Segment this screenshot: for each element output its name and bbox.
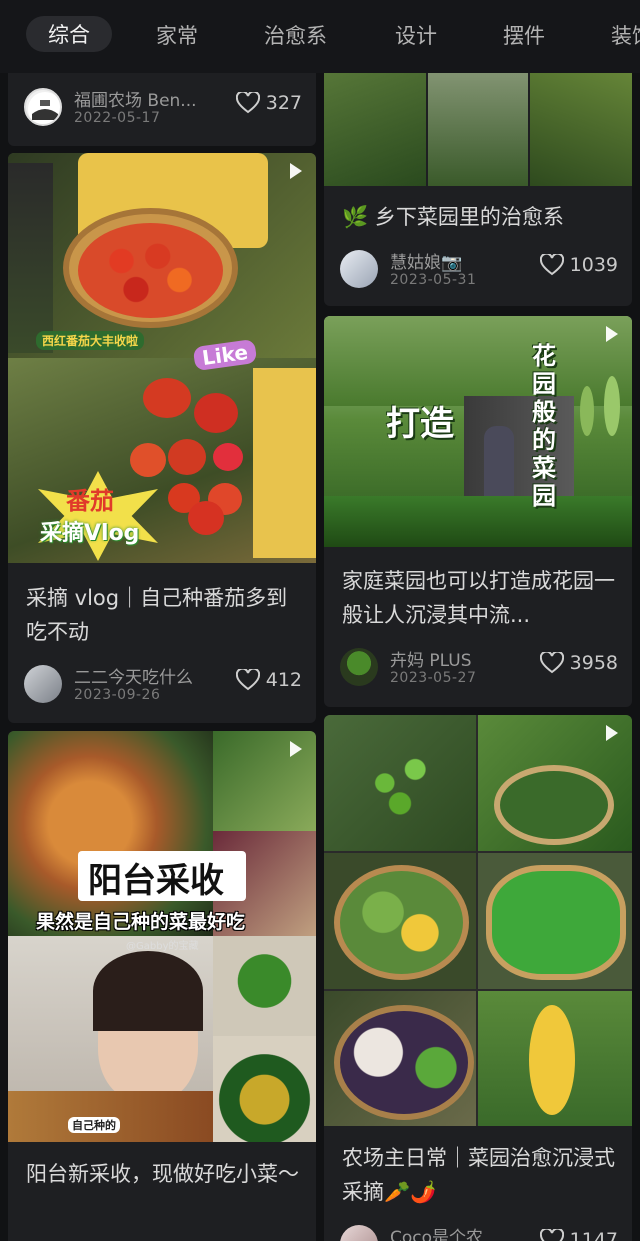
category-tab-bar: 综合 家常 治愈系 设计 摆件 装饰 xyxy=(0,0,640,73)
author-name[interactable]: Coco是个农 xyxy=(390,1223,483,1241)
author-name[interactable]: 福圃农场 Ben... xyxy=(74,86,197,111)
tab-zhiyuxi[interactable]: 治愈系 xyxy=(264,20,327,50)
watermark: @Gabby的宝藏 xyxy=(126,941,199,952)
heart-icon xyxy=(539,1229,564,1241)
post-cover-image[interactable]: 阳台采收 果然是自己种的菜最好吃 自己种的 @Gabby的宝藏 xyxy=(8,731,316,1142)
overlay-subtitle: 果然是自己种的菜最好吃 xyxy=(36,911,246,933)
tab-jiachang[interactable]: 家常 xyxy=(156,20,198,50)
like-count: 1039 xyxy=(569,254,618,276)
post-title[interactable]: 阳台新采收，现做好吃小菜～ xyxy=(26,1157,302,1191)
author-avatar[interactable] xyxy=(24,88,62,126)
video-play-icon xyxy=(290,163,302,179)
post-card[interactable]: 西红番茄大丰收啦 Like 番茄 采摘Vlog 采摘 vlog｜自己种番茄多到吃… xyxy=(8,153,316,723)
like-button[interactable]: 3958 xyxy=(539,652,618,674)
tab-sheji[interactable]: 设计 xyxy=(395,20,437,50)
video-play-icon xyxy=(606,725,618,741)
author-name[interactable]: 慧姑娘📷 xyxy=(390,248,462,273)
like-count: 412 xyxy=(265,669,302,691)
author-avatar[interactable] xyxy=(340,250,378,288)
like-button[interactable]: 1039 xyxy=(539,254,618,276)
post-cover-image[interactable]: 打造 花园般的菜园 xyxy=(324,316,632,547)
overlay-title: 阳台采收 xyxy=(88,861,224,901)
heart-icon xyxy=(539,254,564,276)
heart-icon xyxy=(235,92,260,114)
video-play-icon xyxy=(606,326,618,342)
post-card[interactable]: 打造 花园般的菜园 家庭菜园也可以打造成花园一般让人沉浸其中流... 卉妈 PL… xyxy=(324,316,632,707)
post-title[interactable]: 采摘 vlog｜自己种番茄多到吃不动 xyxy=(26,581,302,649)
overlay-title: 番茄 xyxy=(66,487,114,515)
overlay-subtitle: 花园般的菜园 xyxy=(532,342,556,510)
post-title[interactable]: 家庭菜园也可以打造成花园一般让人沉浸其中流... xyxy=(342,564,618,632)
like-count: 3958 xyxy=(569,652,618,674)
video-play-icon xyxy=(290,741,302,757)
post-title[interactable]: 农场主日常｜菜园治愈沉浸式采摘🥕🌶️ xyxy=(342,1141,618,1209)
tab-zonghe[interactable]: 综合 xyxy=(26,16,112,52)
author-avatar[interactable] xyxy=(340,648,378,686)
author-name[interactable]: 卉妈 PLUS xyxy=(390,646,472,671)
like-button[interactable]: 327 xyxy=(235,92,302,114)
heart-icon xyxy=(235,669,260,691)
tab-zhuangshi[interactable]: 装饰 xyxy=(611,20,640,50)
post-cover-image[interactable] xyxy=(324,715,632,1126)
like-button[interactable]: 412 xyxy=(235,669,302,691)
author-avatar[interactable] xyxy=(340,1225,378,1241)
overlay-title: 打造 xyxy=(386,404,454,444)
post-date: 2023-09-26 xyxy=(74,687,161,703)
tab-baijian[interactable]: 摆件 xyxy=(503,20,545,50)
post-title[interactable]: 🌿 乡下菜园里的治愈系 xyxy=(342,200,618,234)
post-card[interactable]: 阳台采收 果然是自己种的菜最好吃 自己种的 @Gabby的宝藏 阳台新采收，现做… xyxy=(8,731,316,1241)
sticker-label: 自己种的 xyxy=(68,1117,120,1133)
like-count: 327 xyxy=(265,92,302,114)
author-avatar[interactable] xyxy=(24,665,62,703)
post-cover-image[interactable]: 西红番茄大丰收啦 Like 番茄 采摘Vlog xyxy=(8,153,316,563)
like-count: 1147 xyxy=(569,1229,618,1241)
overlay-caption: 西红番茄大丰收啦 xyxy=(36,331,145,350)
post-date: 2023-05-31 xyxy=(390,272,477,288)
like-button[interactable]: 1147 xyxy=(539,1229,618,1241)
overlay-title-2: 采摘Vlog xyxy=(40,521,140,546)
post-date: 2022-05-17 xyxy=(74,110,161,126)
heart-icon xyxy=(539,652,564,674)
post-card[interactable]: 农场主日常｜菜园治愈沉浸式采摘🥕🌶️ Coco是个农 1147 xyxy=(324,715,632,1241)
post-date: 2023-05-27 xyxy=(390,670,477,686)
post-card[interactable]: 🌿 乡下菜园里的治愈系 慧姑娘📷 2023-05-31 1039 xyxy=(324,60,632,306)
post-cover-image[interactable] xyxy=(324,60,632,186)
author-name[interactable]: 二二今天吃什么 xyxy=(74,663,193,688)
